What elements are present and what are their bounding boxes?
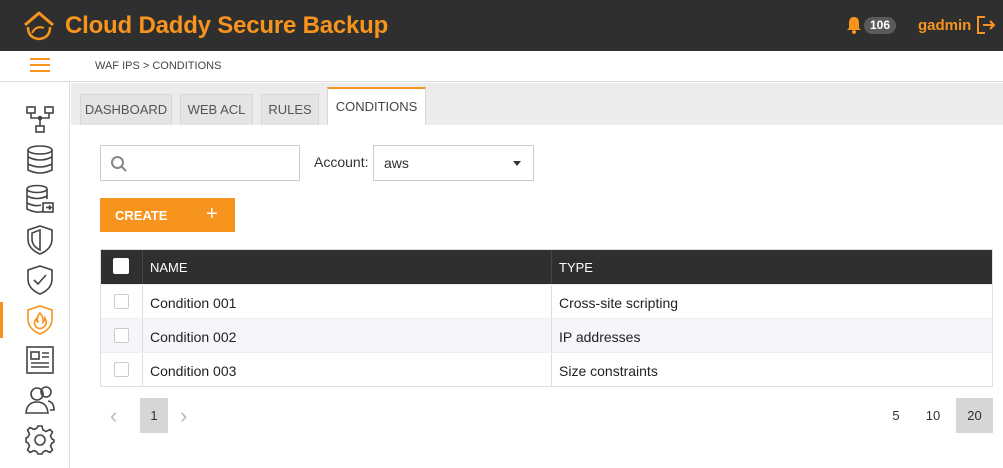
report-icon xyxy=(26,346,54,374)
breadcrumb: WAF IPS > CONDITIONS xyxy=(95,60,222,72)
condition-type: IP addresses xyxy=(559,329,641,345)
sidebar xyxy=(0,82,70,468)
shield-icon xyxy=(27,225,53,255)
sidebar-item-database[interactable] xyxy=(0,142,70,178)
row-checkbox[interactable] xyxy=(114,328,129,343)
sidebar-item-shield-check[interactable] xyxy=(0,262,70,298)
create-button[interactable]: CREATE + xyxy=(100,198,235,232)
account-select[interactable]: aws xyxy=(373,145,534,181)
page-size-option[interactable]: 10 xyxy=(915,398,951,433)
condition-name: Condition 001 xyxy=(150,295,237,311)
account-value: aws xyxy=(384,155,409,171)
sidebar-item-waf[interactable] xyxy=(0,302,70,338)
settings-icon xyxy=(25,425,55,455)
sidebar-item-settings[interactable] xyxy=(0,422,70,458)
create-label: CREATE xyxy=(115,208,168,223)
caret-down-icon xyxy=(513,161,521,166)
tab-dashboard[interactable]: DASHBOARD xyxy=(80,94,172,125)
sub-bar: WAF IPS > CONDITIONS xyxy=(0,51,1003,82)
select-all-checkbox[interactable] xyxy=(113,258,129,274)
condition-type: Cross-site scripting xyxy=(559,295,679,311)
condition-name: Condition 002 xyxy=(150,329,237,345)
username[interactable]: gadmin xyxy=(918,17,971,34)
database-icon xyxy=(27,145,53,174)
logout-icon[interactable] xyxy=(976,15,996,35)
page-button[interactable]: 1 xyxy=(140,398,168,433)
bell-icon[interactable] xyxy=(846,16,862,34)
search-box[interactable] xyxy=(100,145,300,181)
column-header-type[interactable]: TYPE xyxy=(559,260,593,275)
search-icon xyxy=(111,156,127,172)
sidebar-item-reports[interactable] xyxy=(0,342,70,378)
sidebar-item-network[interactable] xyxy=(0,102,70,138)
table-row[interactable]: Condition 001 Cross-site scripting xyxy=(101,284,992,318)
row-checkbox[interactable] xyxy=(114,294,129,309)
logo-icon xyxy=(24,11,54,41)
users-icon xyxy=(25,386,55,414)
table-header: NAME TYPE xyxy=(101,250,992,284)
prev-page-icon[interactable]: ‹ xyxy=(110,403,117,429)
conditions-table: NAME TYPE Condition 001 Cross-site scrip… xyxy=(100,249,993,387)
shield-fire-icon xyxy=(27,305,53,335)
row-checkbox[interactable] xyxy=(114,362,129,377)
column-header-name[interactable]: NAME xyxy=(150,260,188,275)
tab-rules[interactable]: RULES xyxy=(261,94,319,125)
plus-icon: + xyxy=(206,203,218,225)
page-size-option[interactable]: 5 xyxy=(878,398,914,433)
next-page-icon[interactable]: › xyxy=(180,403,187,429)
table-row[interactable]: Condition 003 Size constraints xyxy=(101,352,992,386)
shield-check-icon xyxy=(27,265,53,295)
notification-badge[interactable]: 106 xyxy=(864,17,897,34)
sidebar-item-shield[interactable] xyxy=(0,222,70,258)
menu-toggle-icon[interactable] xyxy=(30,58,50,74)
database-export-icon xyxy=(26,184,54,213)
sidebar-item-database-export[interactable] xyxy=(0,182,70,218)
condition-type: Size constraints xyxy=(559,363,658,379)
top-bar: Cloud Daddy Secure Backup 106 gadmin xyxy=(0,0,1003,51)
page-size-option-selected[interactable]: 20 xyxy=(956,398,993,433)
account-label: Account: xyxy=(314,154,369,170)
app-title: Cloud Daddy Secure Backup xyxy=(65,12,389,39)
tab-conditions[interactable]: CONDITIONS xyxy=(327,87,426,125)
tab-web-acl[interactable]: WEB ACL xyxy=(180,94,253,125)
condition-name: Condition 003 xyxy=(150,363,237,379)
network-icon xyxy=(26,106,54,133)
search-input[interactable] xyxy=(135,152,295,174)
sidebar-item-users[interactable] xyxy=(0,382,70,418)
table-row[interactable]: Condition 002 IP addresses xyxy=(101,318,992,352)
